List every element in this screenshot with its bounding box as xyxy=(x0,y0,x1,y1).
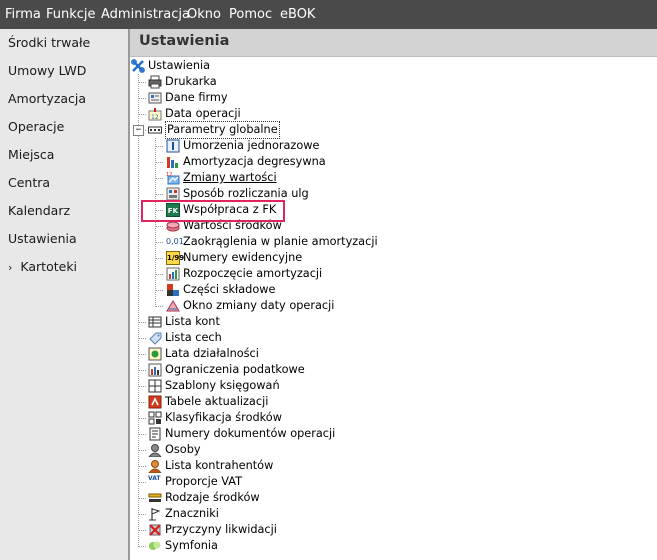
printer-icon xyxy=(148,75,162,89)
tree-label: Amortyzacja degresywna xyxy=(183,155,326,168)
symfonia-icon xyxy=(149,541,161,550)
tree-label: Numery dokumentów operacji xyxy=(165,427,336,440)
flags-icon xyxy=(149,508,161,521)
tree-connector-lines xyxy=(138,74,164,547)
tree-label: Lista kont xyxy=(165,315,220,328)
tree-label: Ograniczenia podatkowe xyxy=(165,363,305,376)
document-numbers-icon xyxy=(149,427,161,441)
tree-label: Części składowe xyxy=(183,283,276,296)
tree-label: Data operacji xyxy=(165,107,241,120)
tree-label: Tabele aktualizacji xyxy=(165,395,269,408)
tree-label: Numery ewidencyjne xyxy=(183,251,303,264)
asset-classification-icon xyxy=(148,411,162,425)
tree-label: Osoby xyxy=(165,443,201,456)
update-tables-icon xyxy=(148,395,162,409)
highlight-annotation xyxy=(141,200,285,222)
global-parameters-icon xyxy=(148,126,162,134)
settings-tools-icon xyxy=(131,59,145,73)
tree-label: Symfonia xyxy=(165,539,218,552)
svg-text:12: 12 xyxy=(166,172,172,178)
date-change-window-icon xyxy=(166,300,180,312)
tree-label: Lista kontrahentów xyxy=(165,459,274,472)
tree-label: Ustawienia xyxy=(148,59,211,72)
registry-numbers-icon: 1/99 xyxy=(166,251,184,265)
posting-templates-icon xyxy=(148,379,162,393)
rounding-icon: 0,01 xyxy=(166,237,184,246)
depreciation-start-icon xyxy=(166,267,180,281)
one-time-depreciation-icon xyxy=(166,139,180,153)
company-data-icon xyxy=(148,92,162,104)
asset-types-icon xyxy=(148,493,162,502)
tree-label: Znaczniki xyxy=(165,507,219,520)
business-years-icon xyxy=(148,347,162,361)
tree-label: Lata działalności xyxy=(165,347,259,360)
svg-text:12: 12 xyxy=(151,114,159,121)
tax-limits-icon xyxy=(148,363,162,377)
persons-icon xyxy=(148,444,162,457)
tree-label: Zaokrąglenia w planie amortyzacji xyxy=(183,235,378,248)
tree-label: Zmiany wartości xyxy=(183,171,277,184)
tree-label: Rozpoczęcie amortyzacji xyxy=(183,267,323,280)
features-list-icon xyxy=(149,332,162,345)
vat-proportions-icon: VAT xyxy=(148,475,161,482)
relief-settlement-icon xyxy=(166,187,180,201)
tree-label: Parametry globalne xyxy=(165,121,280,139)
value-changes-icon: 12 xyxy=(166,172,180,185)
liquidation-reasons-icon xyxy=(149,524,161,536)
tree-label: Lista cech xyxy=(165,331,222,344)
tree-label: Drukarka xyxy=(165,75,217,88)
declining-balance-icon xyxy=(167,157,178,168)
accounts-list-icon xyxy=(148,316,162,328)
tree-label: Rodzaje środków xyxy=(165,491,260,504)
contractors-icon xyxy=(148,460,162,473)
tree-label: Klasyfikacja środków xyxy=(165,411,282,424)
tree-label: Przyczyny likwidacji xyxy=(165,523,277,536)
components-icon xyxy=(167,284,179,296)
tree-label: Umorzenia jednorazowe xyxy=(183,139,320,152)
collapse-toggle[interactable]: − xyxy=(133,125,144,136)
tree-label: Dane firmy xyxy=(165,91,228,104)
tree-label: Szablony księgowań xyxy=(165,379,280,392)
tree-label: Okno zmiany daty operacji xyxy=(183,299,335,312)
tree-label: Proporcje VAT xyxy=(165,475,243,488)
operation-date-icon: 12 xyxy=(148,108,162,121)
